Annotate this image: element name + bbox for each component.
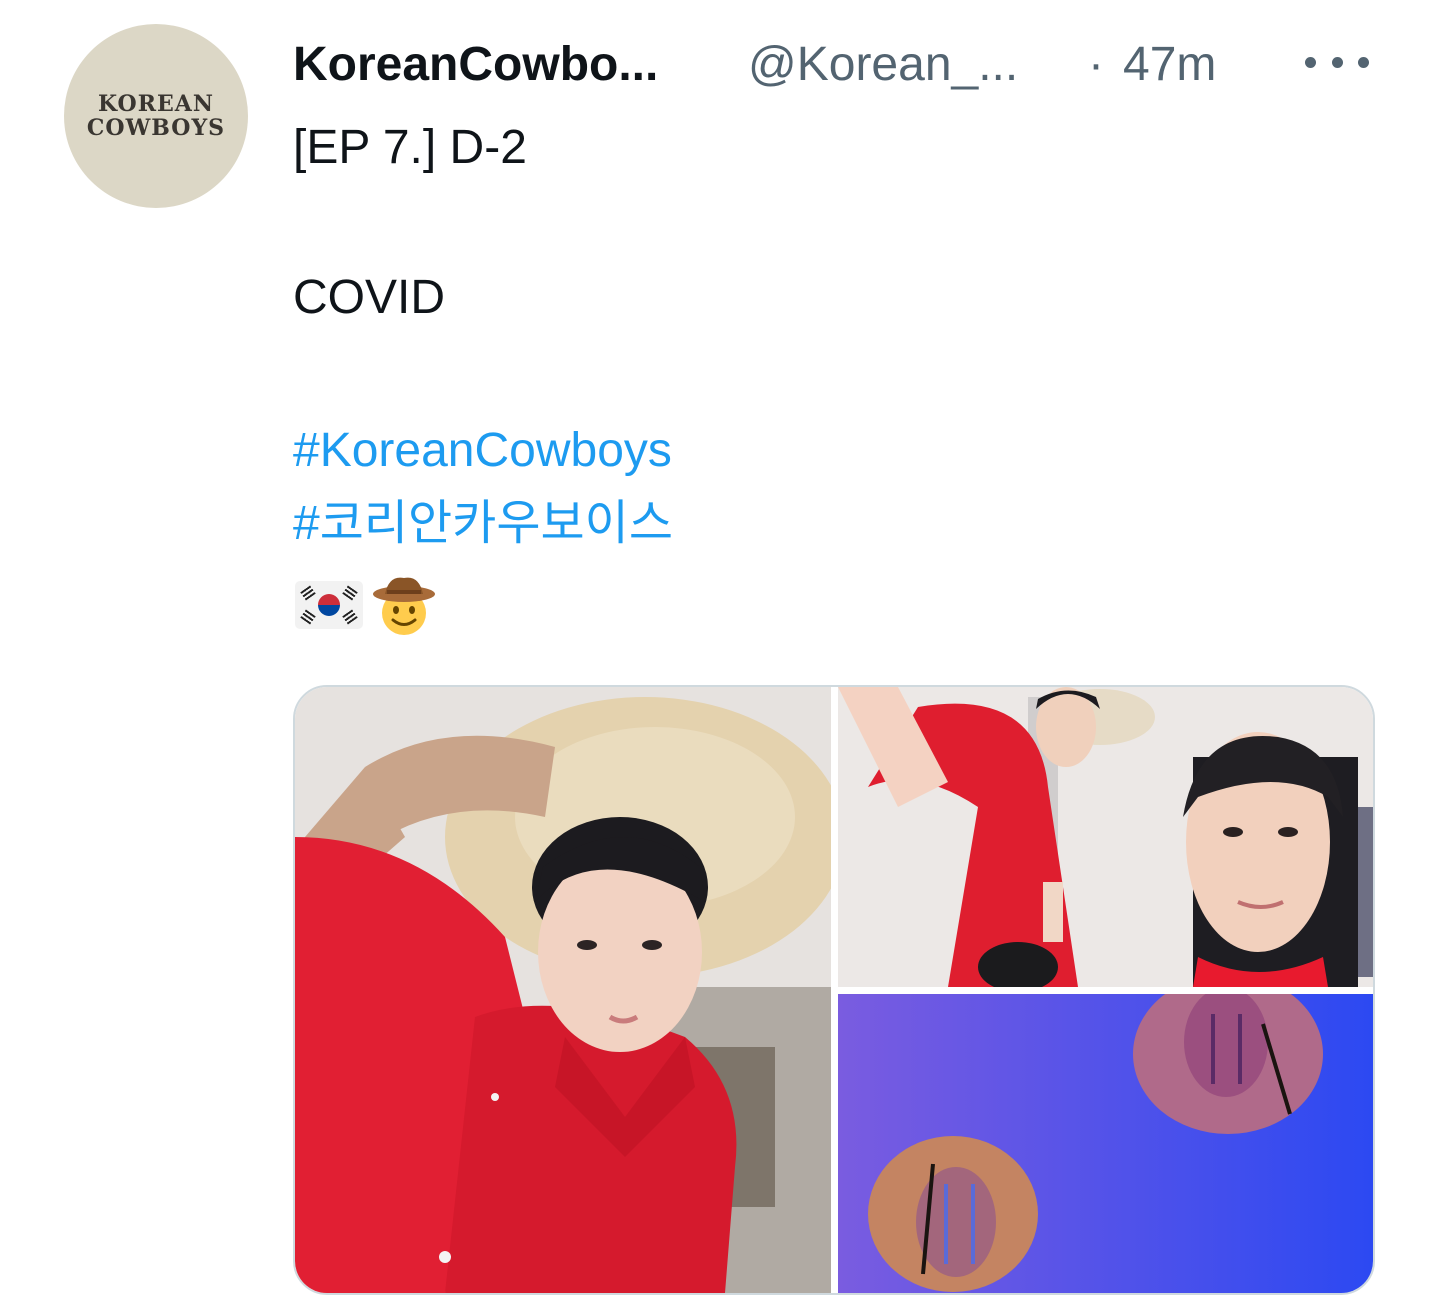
emoji-row xyxy=(295,572,437,638)
avatar[interactable]: KOREAN COWBOYS xyxy=(64,24,248,208)
display-name[interactable]: KoreanCowbo... xyxy=(293,30,658,100)
user-handle[interactable]: @Korean_... xyxy=(748,30,1018,100)
media-grid xyxy=(293,685,1375,1295)
more-horizontal-icon xyxy=(1305,56,1316,68)
tweet[interactable]: KOREAN COWBOYS KoreanCowbo... @Korean_..… xyxy=(0,0,1440,1314)
tweet-header: KoreanCowbo... @Korean_... · 47m xyxy=(293,30,1383,100)
more-horizontal-icon-dot xyxy=(1331,56,1343,68)
cowboy-hat-face-icon xyxy=(373,577,435,635)
photo-red-shirt-straw-hat[interactable] xyxy=(295,687,831,1293)
tweet-text-line-2: COVID xyxy=(293,271,446,324)
photo-hats-on-wall[interactable] xyxy=(838,994,1373,1293)
hashtag-korean-cowboys-hangul[interactable]: #코리안카우보이스 xyxy=(293,494,673,554)
timestamp[interactable]: 47m xyxy=(1123,30,1216,100)
south-korea-flag-icon xyxy=(295,581,363,629)
separator-dot: · xyxy=(1088,38,1104,91)
avatar-logo-line-1: KOREAN xyxy=(98,91,214,117)
hashtag-korean-cowboys[interactable]: #KoreanCowboys xyxy=(293,421,672,481)
more-options-button[interactable] xyxy=(1305,42,1369,82)
more-horizontal-icon-dot xyxy=(1358,56,1369,68)
tweet-text-line-1: [EP 7.] D-2 xyxy=(293,121,527,174)
photo-stretching-and-face[interactable] xyxy=(838,687,1373,987)
avatar-logo-line-2: COWBOYS xyxy=(86,115,226,141)
